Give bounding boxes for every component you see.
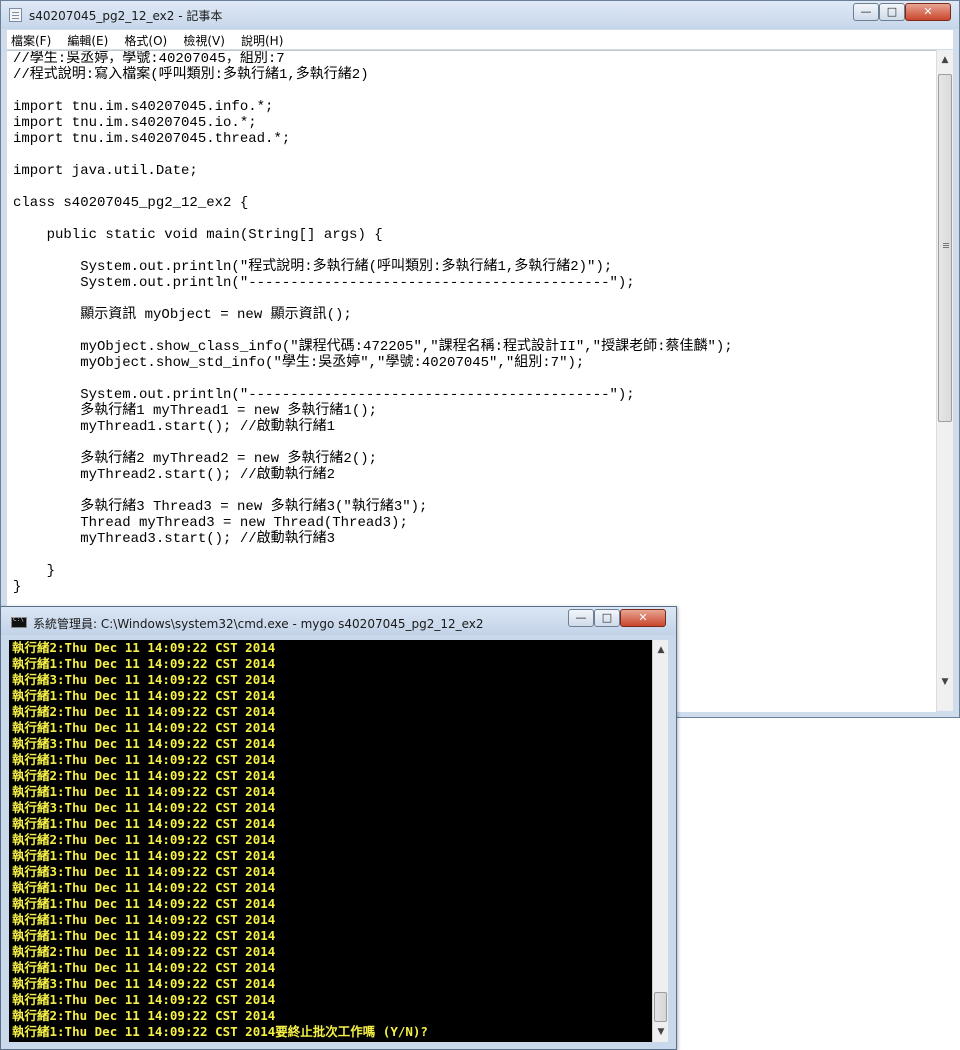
code-line: //學生:吳丞婷，學號:40207045，組別:7 (13, 51, 285, 67)
notepad-titlebar[interactable]: s40207045_pg2_12_ex2 - 記事本 — □ ✕ (1, 1, 959, 29)
menu-file[interactable]: 檔案(F) (7, 30, 55, 49)
code-line: //程式說明:寫入檔案(呼叫類別:多執行緒1,多執行緒2) (13, 67, 369, 83)
cmd-close-button[interactable]: ✕ (620, 609, 666, 627)
console-line: 執行緒1:Thu Dec 11 14:09:22 CST 2014 (12, 896, 276, 911)
grip-icon (943, 243, 949, 244)
console-line: 執行緒2:Thu Dec 11 14:09:22 CST 2014 (12, 1008, 276, 1023)
notepad-icon (9, 8, 22, 22)
cmd-title: 系統管理員: C:\Windows\system32\cmd.exe - myg… (33, 617, 484, 631)
console-line: 執行緒1:Thu Dec 11 14:09:22 CST 2014 (12, 928, 276, 943)
cmd-icon (11, 616, 27, 628)
code-line: System.out.println("--------------------… (13, 275, 635, 291)
console-line: 執行緒1:Thu Dec 11 14:09:22 CST 2014 (12, 720, 276, 735)
notepad-minimize-button[interactable]: — (853, 3, 879, 21)
notepad-scroll-thumb[interactable] (938, 74, 952, 422)
code-line: System.out.println("--------------------… (13, 387, 635, 403)
code-line: 多執行緒3 Thread3 = new 多執行緒3("執行緒3"); (13, 499, 428, 515)
notepad-close-button[interactable]: ✕ (905, 3, 951, 21)
console-line: 執行緒2:Thu Dec 11 14:09:22 CST 2014 (12, 640, 276, 655)
console-line: 執行緒3:Thu Dec 11 14:09:22 CST 2014 (12, 736, 276, 751)
console-line: 執行緒3:Thu Dec 11 14:09:22 CST 2014 (12, 800, 276, 815)
code-line: myObject.show_std_info("學生:吳丞婷","學號:4020… (13, 355, 585, 371)
console-line: 執行緒1:Thu Dec 11 14:09:22 CST 2014 (12, 848, 276, 863)
console-line: 執行緒1:Thu Dec 11 14:09:22 CST 2014 (12, 880, 276, 895)
cmd-vertical-scrollbar[interactable]: ▲ ▼ (652, 640, 668, 1042)
console-line: 執行緒1:Thu Dec 11 14:09:22 CST 2014要終止批次工作… (12, 1024, 428, 1039)
notepad-title: s40207045_pg2_12_ex2 - 記事本 (29, 9, 223, 23)
console-line: 執行緒1:Thu Dec 11 14:09:22 CST 2014 (12, 816, 276, 831)
notepad-vertical-scrollbar[interactable]: ▲ ▼ (936, 50, 953, 711)
scroll-up-arrow-icon[interactable]: ▲ (653, 642, 669, 659)
cmd-window: 系統管理員: C:\Windows\system32\cmd.exe - myg… (0, 606, 677, 1050)
console-line: 執行緒2:Thu Dec 11 14:09:22 CST 2014 (12, 832, 276, 847)
cmd-scroll-thumb[interactable] (654, 992, 667, 1022)
code-line: import java.util.Date; (13, 163, 198, 179)
code-line: myThread3.start(); //啟動執行緒3 (13, 531, 336, 547)
menu-edit[interactable]: 編輯(E) (63, 30, 112, 49)
scroll-up-arrow-icon[interactable]: ▲ (937, 52, 953, 69)
console-line: 執行緒3:Thu Dec 11 14:09:22 CST 2014 (12, 976, 276, 991)
console-line: 執行緒1:Thu Dec 11 14:09:22 CST 2014 (12, 656, 276, 671)
code-line: myObject.show_class_info("課程代碼:472205","… (13, 339, 733, 355)
console-line: 執行緒3:Thu Dec 11 14:09:22 CST 2014 (12, 672, 276, 687)
scroll-down-arrow-icon[interactable]: ▼ (653, 1024, 669, 1041)
code-line: myThread1.start(); //啟動執行緒1 (13, 419, 336, 435)
console-line: 執行緒1:Thu Dec 11 14:09:22 CST 2014 (12, 912, 276, 927)
code-line: } (13, 563, 56, 579)
console-line: 執行緒1:Thu Dec 11 14:09:22 CST 2014 (12, 992, 276, 1007)
console-line: 執行緒1:Thu Dec 11 14:09:22 CST 2014 (12, 960, 276, 975)
console-line: 執行緒1:Thu Dec 11 14:09:22 CST 2014 (12, 784, 276, 799)
code-line: 多執行緒2 myThread2 = new 多執行緒2(); (13, 451, 378, 467)
code-line: Thread myThread3 = new Thread(Thread3); (13, 515, 408, 531)
code-line: import tnu.im.s40207045.info.*; (13, 99, 274, 115)
code-line: 多執行緒1 myThread1 = new 多執行緒1(); (13, 403, 378, 419)
scroll-down-arrow-icon[interactable]: ▼ (937, 674, 953, 691)
cmd-output[interactable]: 執行緒2:Thu Dec 11 14:09:22 CST 2014 執行緒1:Th… (9, 640, 652, 1042)
cmd-minimize-button[interactable]: — (568, 609, 594, 627)
cmd-titlebar[interactable]: 系統管理員: C:\Windows\system32\cmd.exe - myg… (1, 607, 676, 635)
code-line: 顯示資訊 myObject = new 顯示資訊(); (13, 307, 352, 323)
menu-format[interactable]: 格式(O) (120, 30, 171, 49)
console-line: 執行緒2:Thu Dec 11 14:09:22 CST 2014 (12, 768, 276, 783)
notepad-maximize-button[interactable]: □ (879, 3, 905, 21)
menu-help[interactable]: 說明(H) (237, 30, 287, 49)
code-line: public static void main(String[] args) { (13, 227, 383, 243)
cmd-maximize-button[interactable]: □ (594, 609, 620, 627)
code-line: myThread2.start(); //啟動執行緒2 (13, 467, 336, 483)
notepad-menubar: 檔案(F) 編輯(E) 格式(O) 檢視(V) 說明(H) (7, 30, 953, 49)
code-line: System.out.println("程式說明:多執行緒(呼叫類別:多執行緒1… (13, 259, 613, 275)
console-line: 執行緒3:Thu Dec 11 14:09:22 CST 2014 (12, 864, 276, 879)
console-line: 執行緒2:Thu Dec 11 14:09:22 CST 2014 (12, 704, 276, 719)
code-line: } (13, 579, 22, 595)
menu-view[interactable]: 檢視(V) (179, 30, 229, 49)
console-line: 執行緒1:Thu Dec 11 14:09:22 CST 2014 (12, 752, 276, 767)
console-line: 執行緒2:Thu Dec 11 14:09:22 CST 2014 (12, 944, 276, 959)
code-line: import tnu.im.s40207045.io.*; (13, 115, 257, 131)
code-line: class s40207045_pg2_12_ex2 { (13, 195, 249, 211)
code-line: import tnu.im.s40207045.thread.*; (13, 131, 291, 147)
console-line: 執行緒1:Thu Dec 11 14:09:22 CST 2014 (12, 688, 276, 703)
